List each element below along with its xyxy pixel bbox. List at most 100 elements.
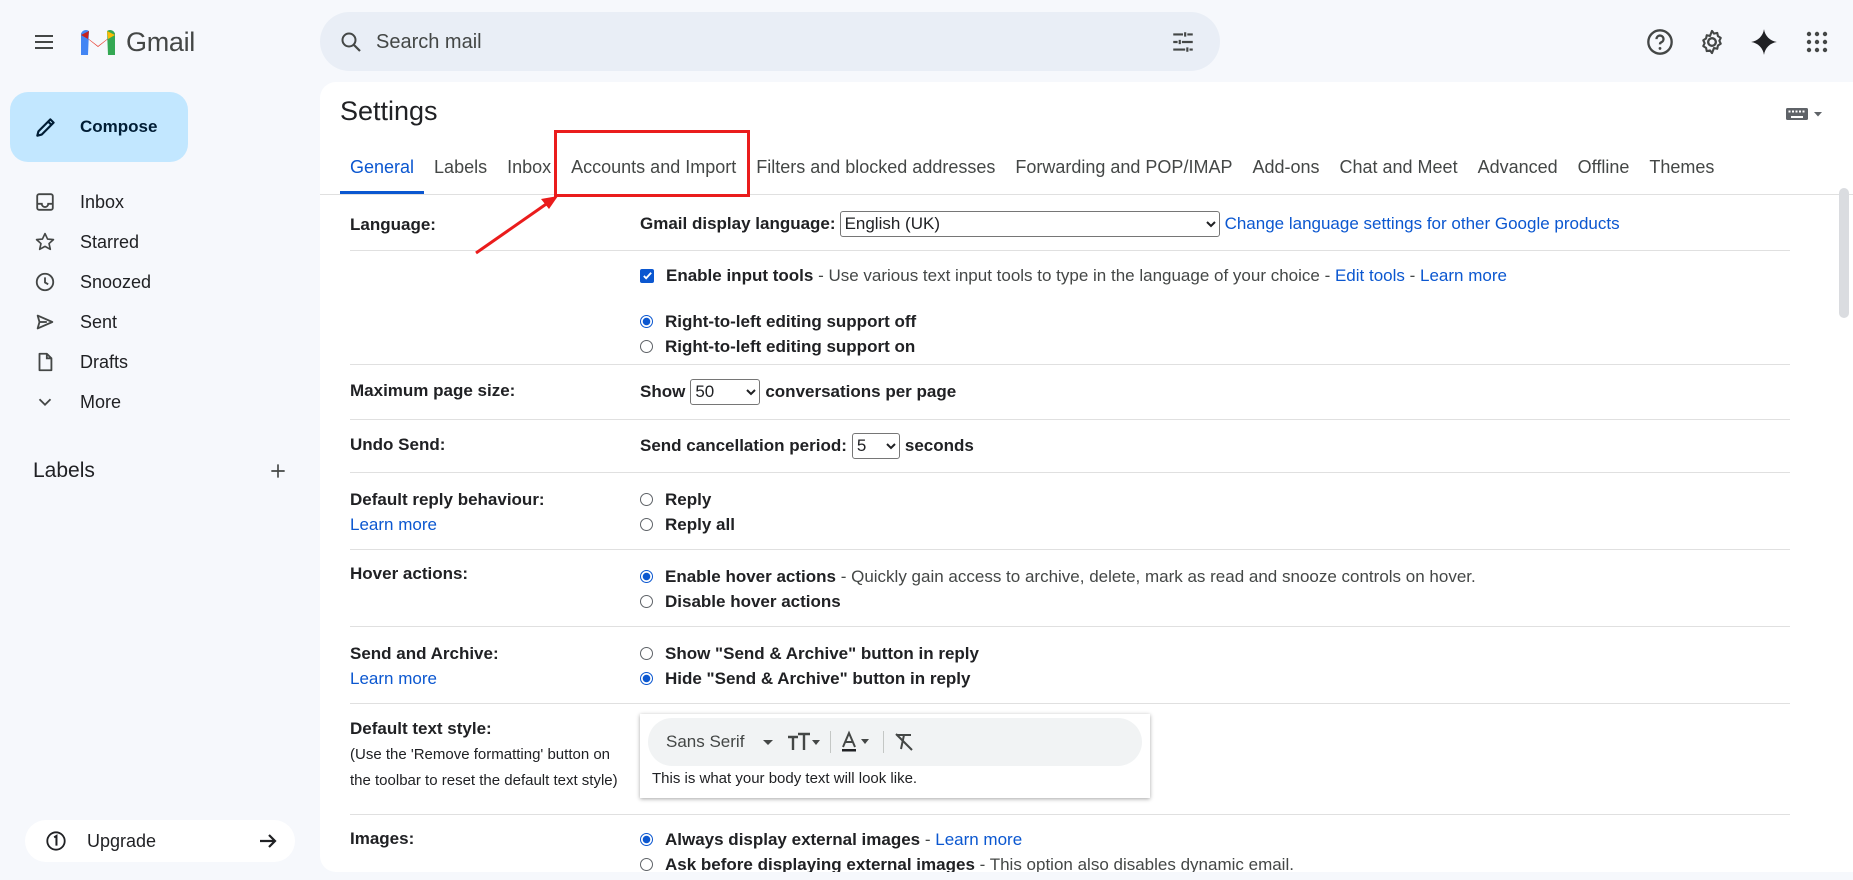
enable-hover-radio[interactable] [640, 570, 653, 583]
gemini-button[interactable] [1744, 22, 1784, 62]
sidebar-item-inbox[interactable]: Inbox [0, 182, 300, 222]
text-color-icon [842, 730, 870, 752]
gear-icon [1702, 29, 1722, 55]
check-icon [642, 272, 652, 280]
search-bar [320, 12, 1220, 71]
separator-dash: - [1404, 265, 1421, 285]
tab-themes[interactable]: Themes [1639, 143, 1724, 194]
input-tools-toggle[interactable] [1785, 106, 1823, 122]
sidebar-item-sent[interactable]: Sent [0, 302, 300, 342]
setting-input-tools: Enable input tools - Use various text in… [350, 251, 1790, 301]
labels-heading: Labels [33, 459, 95, 482]
sidebar-item-drafts[interactable]: Drafts [0, 342, 300, 382]
input-tools-checkbox[interactable] [640, 268, 654, 283]
learn-more-link[interactable]: Learn more [935, 830, 1022, 850]
tab-general[interactable]: General [340, 143, 425, 194]
setting-label-block: Send and Archive: Learn more [350, 641, 499, 691]
setting-default-reply: Default reply behaviour: Learn more Repl… [350, 473, 1790, 550]
hide-send-archive-radio[interactable] [640, 672, 653, 685]
tab-accounts-and-import[interactable]: Accounts and Import [561, 143, 746, 194]
settings-button[interactable] [1692, 22, 1732, 62]
main-menu-button[interactable] [26, 24, 62, 60]
formatting-toolbar: Sans Serif [648, 718, 1142, 766]
gmail-m-icon [81, 30, 115, 55]
settings-panel: Settings General Labels Inbox Accounts a… [320, 82, 1853, 872]
support-button[interactable] [1640, 22, 1680, 62]
plus-icon [271, 464, 285, 478]
settings-tabs: General Labels Inbox Accounts and Import… [320, 142, 1853, 195]
learn-more-link[interactable]: Learn more [350, 515, 437, 534]
upgrade-label: Upgrade [87, 830, 157, 851]
google-apps-button[interactable] [1797, 22, 1837, 62]
disable-hover-radio[interactable] [640, 595, 653, 608]
show-send-archive-radio[interactable] [640, 647, 653, 660]
sidebar-item-starred[interactable]: Starred [0, 222, 300, 262]
upgrade-button[interactable]: Upgrade [25, 820, 295, 862]
sidebar-item-label: Sent [80, 311, 118, 332]
page-size-select[interactable]: 50 [690, 378, 761, 405]
ask-before-images-label: Ask before displaying external images [665, 854, 975, 873]
upgrade-badge-icon [43, 828, 69, 854]
change-language-link[interactable]: Change language settings for other Googl… [1225, 214, 1620, 234]
setting-label: Language: [350, 215, 436, 234]
sidebar-item-more[interactable]: More [0, 382, 300, 422]
search-icon [341, 32, 361, 52]
font-family-dropdown[interactable] [762, 727, 774, 757]
font-size-button[interactable] [786, 727, 822, 757]
settings-scrollbar[interactable] [1839, 188, 1849, 318]
show-send-archive-label: Show "Send & Archive" button in reply [665, 643, 979, 663]
tab-chat-and-meet[interactable]: Chat and Meet [1330, 143, 1468, 194]
language-select[interactable]: English (UK) [839, 210, 1220, 237]
sidebar-item-label: Inbox [80, 191, 125, 212]
tab-forwarding[interactable]: Forwarding and POP/IMAP [1005, 143, 1242, 194]
compose-button[interactable]: Compose [10, 92, 188, 162]
cancellation-period-select[interactable]: 5 [851, 432, 900, 459]
tune-icon [1173, 32, 1193, 52]
tab-filters[interactable]: Filters and blocked addresses [746, 143, 1005, 194]
sidebar-item-label: More [80, 391, 122, 412]
labels-header: Labels [33, 456, 293, 486]
input-tools-desc: - Use various text input tools to type i… [813, 265, 1335, 285]
setting-send-archive: Send and Archive: Learn more Show "Send … [350, 627, 1790, 704]
rtl-off-radio[interactable] [640, 315, 653, 328]
cancellation-period-label: Send cancellation period: [640, 435, 847, 455]
clock-icon [32, 269, 58, 295]
learn-more-link[interactable]: Learn more [350, 669, 437, 688]
keyboard-icon [1786, 108, 1808, 120]
sidebar-item-label: Drafts [80, 351, 129, 372]
caret-down-icon [763, 740, 774, 745]
arrow-right-icon [253, 826, 283, 856]
learn-more-link[interactable]: Learn more [1420, 266, 1507, 286]
reply-all-radio[interactable] [640, 518, 653, 531]
ask-before-images-radio[interactable] [640, 858, 653, 871]
setting-label: Default text style: [350, 719, 492, 738]
always-display-images-label: Always display external images [665, 829, 921, 849]
sidebar-item-snoozed[interactable]: Snoozed [0, 262, 300, 302]
search-options-button[interactable] [1166, 25, 1200, 59]
remove-formatting-button[interactable] [892, 727, 916, 757]
rtl-on-radio[interactable] [640, 340, 653, 353]
search-button[interactable] [334, 25, 368, 59]
chevron-down-icon [32, 389, 58, 415]
setting-images: Images: Always display external images -… [350, 815, 1790, 872]
always-display-images-radio[interactable] [640, 833, 653, 846]
tab-offline[interactable]: Offline [1568, 143, 1640, 194]
hide-send-archive-label: Hide "Send & Archive" button in reply [665, 668, 971, 688]
reply-radio[interactable] [640, 493, 653, 506]
search-input[interactable] [374, 24, 1138, 61]
text-color-button[interactable] [839, 727, 875, 757]
tab-advanced[interactable]: Advanced [1468, 143, 1568, 194]
sidebar-item-label: Snoozed [80, 271, 152, 292]
remove-formatting-icon [895, 733, 914, 751]
settings-content: Language: Gmail display language: Englis… [350, 195, 1790, 872]
text-style-note: (Use the 'Remove formatting' button on t… [350, 746, 618, 789]
tab-inbox[interactable]: Inbox [497, 143, 561, 194]
tab-labels[interactable]: Labels [424, 143, 497, 194]
gmail-logo[interactable]: Gmail [78, 24, 195, 60]
edit-tools-link[interactable]: Edit tools [1335, 266, 1405, 286]
toolbar-divider [883, 731, 885, 753]
create-label-button[interactable] [263, 456, 293, 486]
pencil-icon [32, 113, 60, 141]
tab-add-ons[interactable]: Add-ons [1242, 143, 1329, 194]
text-style-editor: Sans Serif This is what your body text w… [640, 714, 1150, 798]
